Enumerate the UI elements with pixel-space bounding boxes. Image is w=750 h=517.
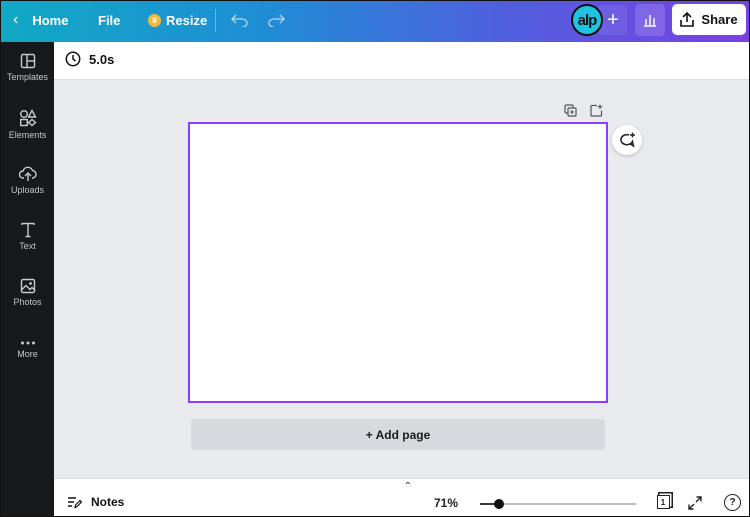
redo-icon [268, 14, 285, 27]
avatar-text: alp [577, 11, 598, 29]
uploads-icon [18, 166, 37, 181]
sidebar-item-label: Uploads [10, 184, 45, 195]
file-label: File [98, 12, 121, 28]
page-count: 1 [660, 497, 666, 507]
zoom-slider-handle[interactable] [493, 499, 504, 509]
page-duration-button[interactable]: 5.0s [65, 51, 114, 67]
zoom-percentage[interactable]: 71% [434, 496, 458, 510]
expand-pages-button[interactable]: ⌃ [379, 479, 437, 493]
crown-icon: ♛ [148, 13, 161, 27]
help-icon: ? [729, 497, 736, 508]
add-page-icon [589, 104, 602, 117]
top-bar: ‹ Home File ♛ Resize + alp Share [1, 1, 749, 42]
text-icon [20, 222, 35, 237]
add-page-label: + Add page [365, 427, 431, 442]
invite-collaborator-button[interactable]: + [599, 5, 627, 35]
sidebar-item-uploads[interactable]: Uploads [1, 155, 54, 205]
sidebar-item-photos[interactable]: Photos [1, 267, 54, 317]
sidebar-item-label: Elements [8, 129, 47, 140]
expand-icon [688, 496, 702, 510]
undo-button[interactable] [229, 9, 251, 31]
home-label: Home [32, 12, 69, 28]
sidebar-item-label: Text [19, 240, 36, 251]
user-avatar[interactable]: alp [571, 4, 603, 36]
elements-icon [19, 108, 37, 126]
resize-button[interactable]: ♛ Resize [148, 1, 207, 39]
clock-icon [65, 51, 81, 67]
insights-button[interactable] [635, 4, 665, 36]
duplicate-page-button[interactable] [557, 102, 583, 118]
duration-value: 5.0s [89, 51, 115, 67]
notes-icon [68, 496, 82, 509]
notes-label: Notes [91, 495, 125, 509]
plus-icon: + [607, 8, 619, 31]
sidebar-item-text[interactable]: Text [1, 211, 54, 261]
sidebar-item-label: More [17, 348, 38, 359]
file-menu-button[interactable]: File [98, 1, 120, 39]
sidebar-item-label: Templates [6, 71, 49, 82]
sidebar-item-elements[interactable]: Elements [1, 99, 54, 149]
more-icon [20, 341, 35, 344]
design-page[interactable] [188, 122, 608, 403]
templates-icon [20, 53, 35, 68]
comment-add-icon [620, 132, 635, 148]
add-comment-button[interactable] [612, 125, 642, 155]
page-tools [557, 102, 609, 118]
canva-editor: ‹ Home File ♛ Resize + alp Share Templat… [0, 0, 750, 517]
topbar-divider [215, 9, 216, 32]
editor-toolbar: 5.0s [54, 42, 749, 80]
help-button[interactable]: ? [724, 494, 741, 511]
redo-button[interactable] [265, 9, 287, 31]
photos-icon [20, 278, 35, 293]
chevron-up-icon: ⌃ [403, 480, 413, 492]
share-icon [680, 12, 695, 27]
bar-chart-icon [644, 15, 656, 27]
left-sidebar: Templates Elements Uploads Text Photos M… [1, 42, 54, 516]
page-grid-button[interactable]: 1 [654, 493, 672, 511]
sidebar-item-label: Photos [13, 296, 42, 307]
home-button[interactable]: ‹ Home [13, 1, 68, 39]
undo-icon [231, 14, 248, 27]
add-page-icon-button[interactable] [583, 102, 609, 118]
share-button[interactable]: Share [672, 4, 746, 35]
chevron-left-icon: ‹ [13, 11, 19, 28]
share-label: Share [701, 12, 738, 27]
duplicate-icon [563, 103, 577, 117]
pages-icon: 1 [656, 495, 670, 509]
add-page-button[interactable]: + Add page [191, 419, 605, 450]
sidebar-item-templates[interactable]: Templates [1, 42, 54, 92]
fullscreen-button[interactable] [686, 494, 704, 512]
resize-label: Resize [166, 12, 208, 28]
sidebar-item-more[interactable]: More [1, 324, 54, 374]
notes-button[interactable]: Notes [67, 495, 124, 509]
